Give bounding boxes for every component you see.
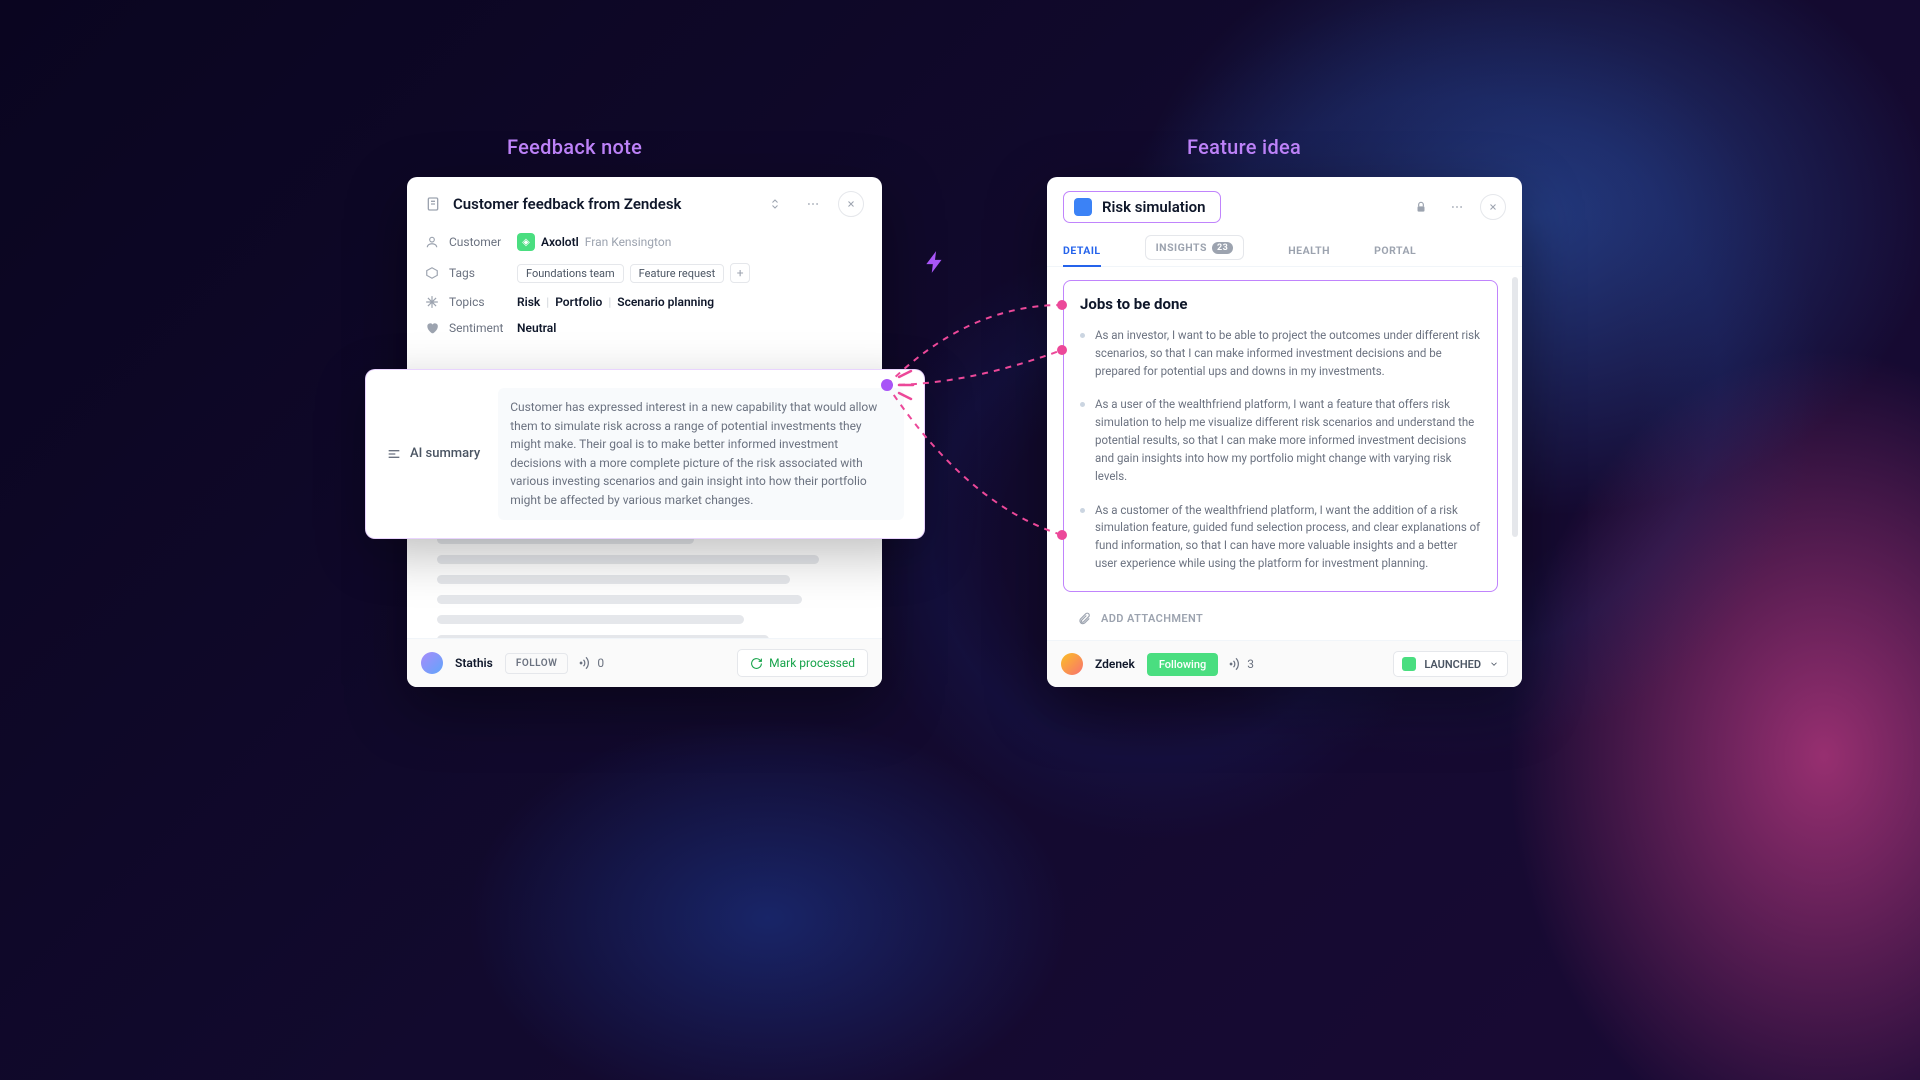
avatar[interactable] (421, 652, 443, 674)
more-icon[interactable] (1444, 194, 1470, 220)
chevron-down-icon (1489, 659, 1499, 669)
job-item: As a user of the wealthfriend platform, … (1080, 396, 1481, 485)
sentiment-value: Neutral (517, 321, 556, 335)
close-icon[interactable] (1480, 194, 1506, 220)
feature-type-icon (1074, 198, 1092, 216)
topics-label: Topics (449, 295, 517, 309)
user-icon (425, 235, 439, 249)
mark-processed-button[interactable]: Mark processed (737, 649, 868, 677)
topic-item[interactable]: Portfolio (555, 295, 602, 309)
tab-health[interactable]: HEALTH (1288, 236, 1330, 265)
avatar[interactable] (1061, 653, 1083, 675)
jobs-card: Jobs to be done As an investor, I want t… (1063, 280, 1498, 592)
tab-detail[interactable]: DETAIL (1063, 236, 1101, 267)
tab-portal[interactable]: PORTAL (1374, 236, 1416, 265)
label-feedback-note: Feedback note (507, 135, 642, 159)
add-attachment-button[interactable]: ADD ATTACHMENT (1059, 600, 1502, 634)
following-button[interactable]: Following (1147, 653, 1218, 676)
company-chip[interactable]: ◈ Axolotl (517, 233, 579, 251)
job-item: As a customer of the wealthfriend platfo… (1080, 502, 1481, 573)
topic-item[interactable]: Scenario planning (617, 295, 714, 309)
author-name: Stathis (455, 656, 493, 670)
ai-summary-label: AI summary (410, 446, 480, 461)
followers-icon (1228, 656, 1245, 673)
author-name: Zdenek (1095, 657, 1135, 671)
person-name[interactable]: Fran Kensington (585, 235, 672, 249)
more-icon[interactable] (800, 191, 826, 217)
feature-title-chip[interactable]: Risk simulation (1063, 191, 1221, 223)
feedback-title: Customer feedback from Zendesk (453, 195, 750, 213)
heart-icon (425, 321, 439, 335)
follower-count: 0 (580, 656, 604, 670)
insights-count-badge: 23 (1212, 242, 1233, 254)
tag-chip[interactable]: Foundations team (517, 264, 624, 283)
status-dropdown[interactable]: LAUNCHED (1393, 651, 1508, 677)
ai-summary-icon (386, 446, 402, 462)
status-color-icon (1402, 657, 1416, 671)
tag-chip[interactable]: Feature request (630, 264, 725, 283)
scrollbar[interactable] (1512, 277, 1518, 537)
company-name: Axolotl (541, 235, 579, 249)
snowflake-icon (425, 295, 439, 309)
topic-item[interactable]: Risk (517, 295, 540, 309)
tag-icon (425, 266, 439, 280)
ai-summary-text: Customer has expressed interest in a new… (498, 388, 904, 520)
close-icon[interactable] (838, 191, 864, 217)
document-icon (425, 196, 441, 212)
follower-count: 3 (1230, 657, 1254, 671)
spark-icon (922, 249, 948, 275)
feature-card: Risk simulation DETAIL INSIGHTS 23 HEALT… (1047, 177, 1522, 687)
collapse-icon[interactable] (762, 191, 788, 217)
feature-title: Risk simulation (1102, 198, 1206, 216)
feedback-card: Customer feedback from Zendesk Customer … (407, 177, 882, 687)
ai-summary-panel: AI summary Customer has expressed intere… (365, 369, 925, 539)
label-feature-idea: Feature idea (1187, 135, 1301, 159)
tab-insights[interactable]: INSIGHTS 23 (1145, 235, 1245, 260)
customer-label: Customer (449, 235, 517, 249)
sentiment-label: Sentiment (449, 321, 517, 335)
lock-icon[interactable] (1408, 194, 1434, 220)
company-logo-icon: ◈ (517, 233, 535, 251)
follow-button[interactable]: FOLLOW (505, 653, 569, 674)
add-tag-button[interactable]: + (730, 263, 750, 283)
jobs-title: Jobs to be done (1080, 295, 1481, 313)
tags-label: Tags (449, 266, 517, 280)
followers-icon (578, 655, 595, 672)
job-item: As an investor, I want to be able to pro… (1080, 327, 1481, 380)
